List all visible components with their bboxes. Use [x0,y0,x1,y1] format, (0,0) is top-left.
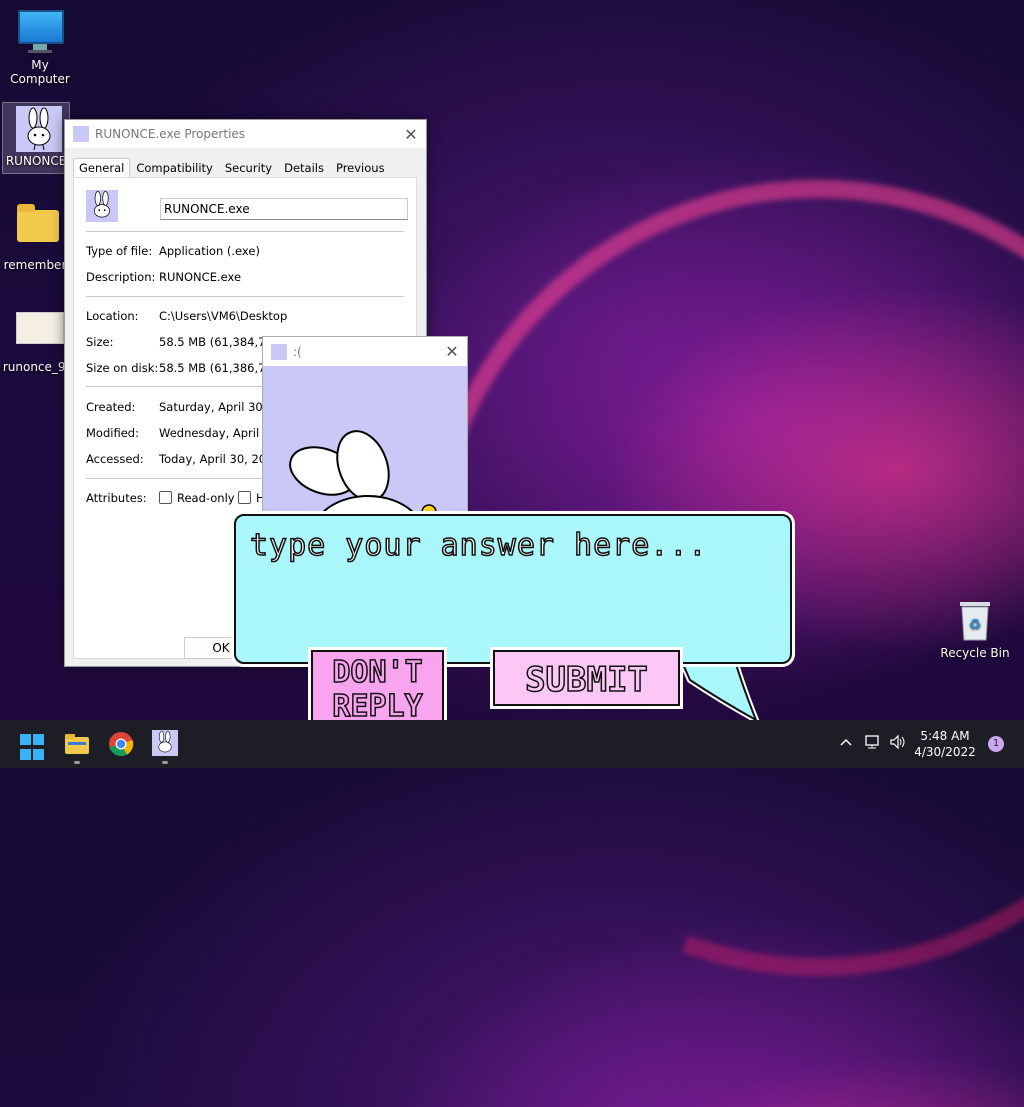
bunny-app-icon [271,343,287,360]
accessed-label: Accessed: [86,452,144,466]
type-value: Application (.exe) [159,244,260,258]
desktop-icon-recycle-bin[interactable]: ♻ Recycle Bin [935,598,1015,660]
file-name-field[interactable]: RUNONCE.exe [160,198,408,220]
close-icon[interactable]: ✕ [396,125,426,144]
description-value: RUNONCE.exe [159,270,242,284]
taskbar: 5:48 AM 4/30/2022 [0,720,1024,768]
volume-icon[interactable] [889,734,907,782]
readonly-checkbox[interactable]: Read-only [159,491,235,505]
properties-titlebar[interactable]: RUNONCE.exe Properties ✕ [65,120,426,148]
checkbox-icon [238,491,251,504]
file-explorer-icon[interactable] [63,730,91,758]
modified-row: Modified: Wednesday, April 13, [86,426,281,440]
chrome-icon[interactable] [107,730,135,758]
window-title: RUNONCE.exe Properties [95,127,246,141]
computer-icon [18,10,64,54]
bunny-illustration [289,430,437,577]
notification-badge[interactable]: 1 [988,736,1004,752]
location-row: Location: C:\Users\VM6\Desktop [86,309,287,323]
start-icon[interactable] [20,734,48,762]
recycle-bin-icon: ♻ [953,598,997,642]
dont-reply-button[interactable]: DON'T REPLY [311,650,444,728]
sad-window: :( ✕ [262,336,468,577]
sad-titlebar[interactable]: :( ✕ [263,337,467,366]
answer-placeholder: type your answer here... [249,527,708,564]
created-row: Created: Saturday, April 30, 202 [86,400,292,414]
size-row: Size: 58.5 MB (61,384,704 b [86,335,291,349]
attributes-row: Attributes: Read-only Hi [86,491,268,505]
readonly-label: Read-only [177,491,235,505]
attributes-label: Attributes: [86,491,147,505]
submit-button[interactable]: SUBMIT [493,650,680,706]
description-label: Description: [86,270,156,284]
separator [86,296,404,297]
location-label: Location: [86,309,139,323]
clock-date: 4/30/2022 [914,745,976,759]
image-file-icon [16,312,64,356]
sad-window-title: :( [293,344,302,359]
desktop-icon-label: My Computer [10,58,70,86]
separator [86,231,404,232]
bunny-app-icon [86,190,118,222]
desktop-icon-label: Recycle Bin [940,646,1010,660]
chevron-up-icon[interactable] [838,734,854,782]
svg-text:♻: ♻ [969,617,982,633]
size-label: Size: [86,335,114,349]
clock[interactable]: 5:48 AM 4/30/2022 [910,728,980,760]
location-value: C:\Users\VM6\Desktop [159,309,288,323]
bunny-app-icon [16,106,62,152]
accessed-row: Accessed: Today, April 30, 2022, [86,452,284,466]
folder-icon [16,204,60,254]
close-icon[interactable]: ✕ [437,342,467,361]
clock-time: 5:48 AM [920,729,970,743]
size-on-disk-label: Size on disk: [86,361,159,375]
type-label: Type of file: [86,244,153,258]
desktop-icon-my-computer[interactable]: My Computer [0,10,80,86]
running-indicator [74,761,80,764]
size-on-disk-row: Size on disk: 58.5 MB (61,386,752 b [86,361,291,375]
bunny-app-icon [73,126,89,142]
network-icon[interactable] [864,734,882,782]
answer-input[interactable]: type your answer here... [234,514,792,664]
description-row: Description: RUNONCE.exe [86,270,241,284]
checkbox-icon [159,491,172,504]
runonce-taskbar-icon[interactable] [152,730,178,756]
running-indicator [162,761,168,764]
modified-label: Modified: [86,426,139,440]
type-row: Type of file: Application (.exe) [86,244,260,258]
created-label: Created: [86,400,136,414]
